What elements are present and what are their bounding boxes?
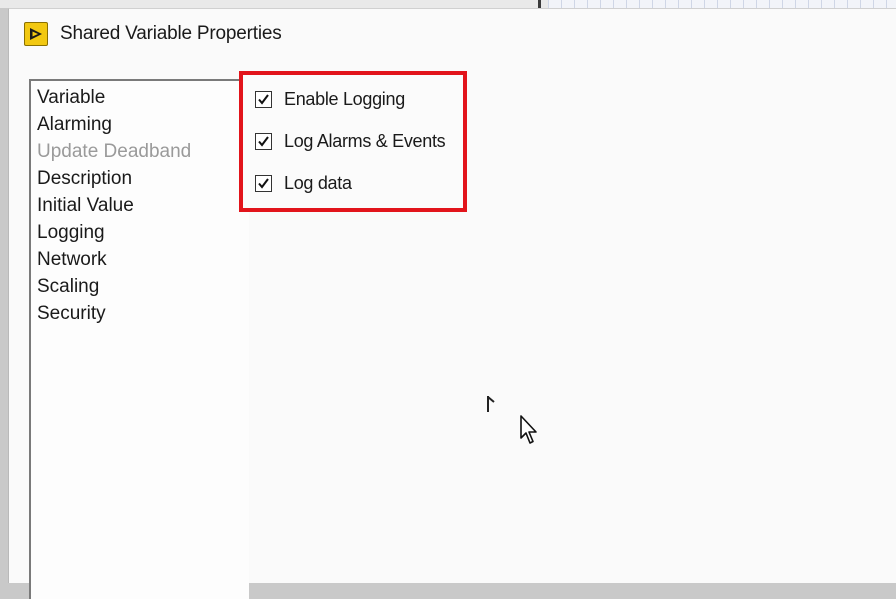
enable-logging-checkbox[interactable] [255, 91, 272, 108]
category-item-description[interactable]: Description [37, 165, 249, 192]
category-item-network[interactable]: Network [37, 246, 249, 273]
checkmark-icon [258, 136, 269, 147]
log-data-label: Log data [284, 173, 352, 193]
checkmark-icon [258, 178, 269, 189]
labview-run-icon [24, 22, 48, 46]
category-item-initial-value[interactable]: Initial Value [37, 192, 249, 219]
category-list: Variable Alarming Update Deadband Descri… [29, 79, 249, 599]
title-bar[interactable]: Shared Variable Properties [9, 9, 896, 61]
category-item-update-deadband: Update Deadband [37, 141, 192, 162]
category-item-scaling[interactable]: Scaling [37, 273, 249, 300]
logging-options-highlight: Enable Logging Log Alarms & Events Log d… [239, 71, 467, 212]
mouse-pointer-icon [520, 415, 537, 444]
shared-variable-properties-dialog: Shared Variable Properties Variable Alar… [8, 8, 896, 599]
log-data-checkbox[interactable] [255, 175, 272, 192]
category-item-variable[interactable]: Variable [37, 84, 249, 111]
log-alarms-events-label: Log Alarms & Events [284, 131, 446, 151]
background-grid [548, 0, 896, 8]
category-item-alarming[interactable]: Alarming [37, 111, 249, 138]
category-item-logging[interactable]: Logging [37, 219, 249, 246]
window-separator [538, 0, 541, 8]
dialog-title: Shared Variable Properties [60, 23, 282, 44]
enable-logging-label: Enable Logging [284, 89, 405, 109]
category-item-security[interactable]: Security [37, 300, 249, 327]
log-alarms-events-checkbox[interactable] [255, 133, 272, 150]
background-window-strip [0, 0, 896, 8]
text-caret-icon [487, 396, 495, 412]
checkmark-icon [258, 94, 269, 105]
